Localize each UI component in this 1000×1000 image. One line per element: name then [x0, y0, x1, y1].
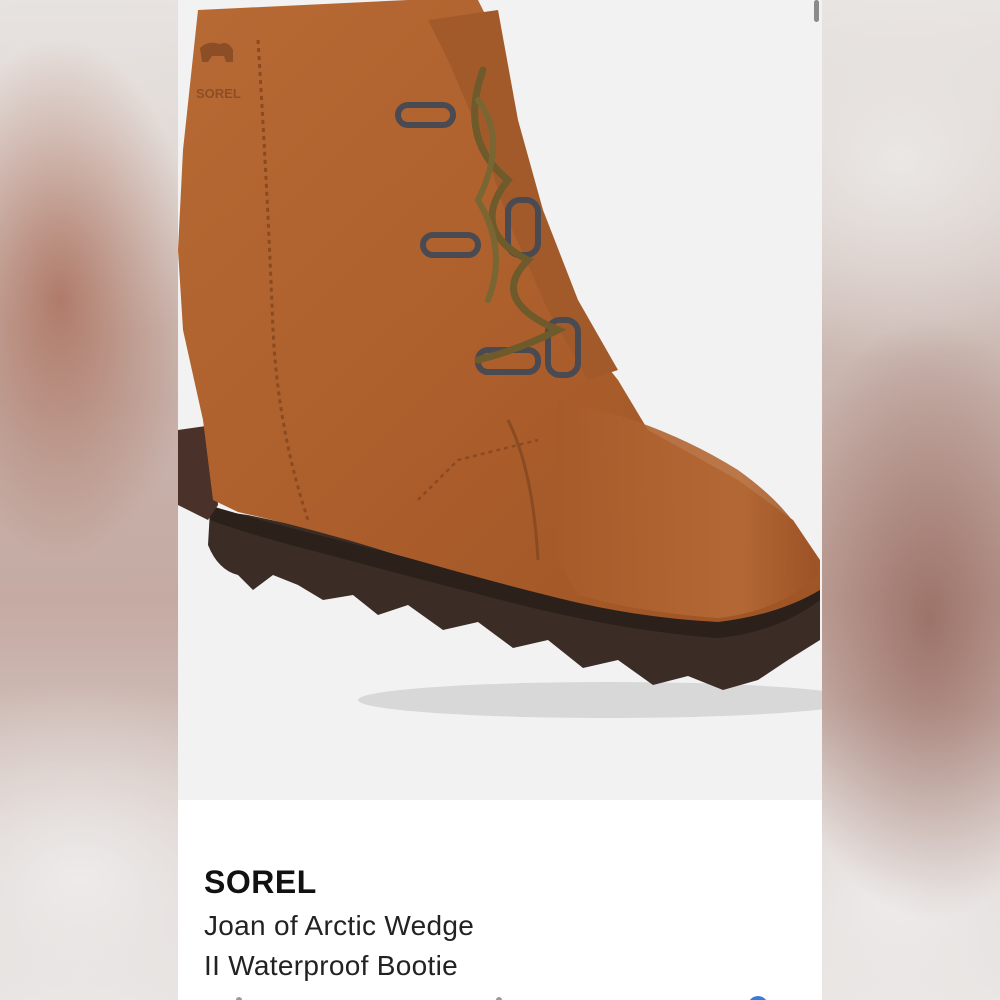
product-brand[interactable]: SOREL [204, 864, 317, 901]
scrollbar[interactable] [814, 0, 819, 22]
product-image[interactable]: SOREL [178, 0, 822, 800]
boot-shadow [358, 682, 822, 718]
svg-text:SOREL: SOREL [196, 86, 241, 101]
product-info[interactable]: SOREL Joan of Arctic Wedge II Waterproof… [178, 800, 822, 1000]
bottom-edge [178, 992, 822, 1000]
boot-illustration: SOREL [178, 0, 822, 718]
product-card[interactable]: SOREL SOREL Joan of Arctic Wedge II Wate… [178, 0, 822, 1000]
product-title-line-2[interactable]: II Waterproof Bootie [204, 950, 458, 982]
partial-blue-icon [748, 996, 768, 1000]
product-title-line-1[interactable]: Joan of Arctic Wedge [204, 910, 474, 942]
boot-toe [558, 400, 818, 618]
